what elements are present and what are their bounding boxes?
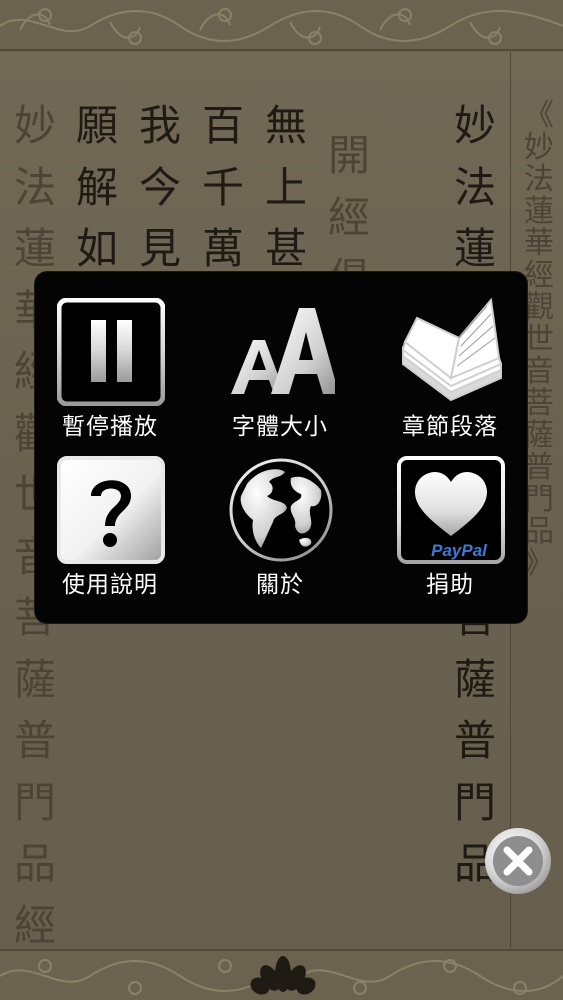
column-character: 見 [138, 224, 181, 273]
column-character: 萬 [201, 224, 244, 273]
column-character: 開 [327, 131, 370, 180]
title-character: 世 [524, 322, 554, 357]
title-character: 門 [524, 482, 554, 517]
column-character: 經 [327, 192, 370, 242]
column-character: 妙 [13, 101, 56, 150]
title-character: 普 [524, 450, 554, 485]
column-character: 千 [201, 162, 244, 212]
column-character: 上 [264, 162, 307, 212]
ornament-border-bottom [0, 948, 563, 1000]
title-character: 》 [524, 546, 554, 581]
title-character: 音 [524, 354, 554, 389]
donate-button[interactable]: PayPal 捐助 [375, 430, 525, 598]
title-character: 妙 [524, 130, 554, 165]
column-character: 門 [13, 777, 56, 827]
menu-popup: 暫停播放 字體大小 章節段落 使用說明 關於 PayPal 捐助 [35, 272, 527, 623]
title-character: 華 [524, 226, 554, 261]
column-character: 薩 [13, 654, 56, 704]
column-character: 如 [75, 224, 118, 273]
globe-icon [229, 458, 333, 562]
chapters-button[interactable]: 章節段落 [375, 272, 525, 440]
column-character: 百 [201, 101, 244, 150]
question-icon [57, 456, 165, 564]
column-character: 妙 [453, 101, 496, 150]
column-character: 願 [75, 101, 118, 150]
ornament-border-top [0, 0, 563, 52]
column-character: 普 [453, 716, 496, 765]
title-character: 蓮 [524, 194, 554, 229]
pause-icon [57, 298, 165, 406]
heart-icon: PayPal [397, 456, 505, 564]
column-character: 經 [13, 900, 56, 950]
about-label: 關於 [256, 572, 304, 598]
title-character: 《 [524, 98, 554, 133]
column-character: 無 [264, 101, 307, 150]
donate-label: 捐助 [426, 572, 474, 598]
title-character: 品 [524, 514, 554, 549]
help-label: 使用說明 [62, 572, 158, 598]
column-character: 品 [13, 839, 56, 888]
title-character: 經 [524, 258, 554, 293]
about-button[interactable]: 關於 [205, 430, 355, 598]
column-character: 蓮 [453, 224, 496, 273]
column-character: 蓮 [13, 224, 56, 273]
title-character: 菩 [524, 386, 554, 421]
column-character: 法 [453, 162, 496, 212]
column-character: 普 [13, 716, 56, 765]
title-character: 觀 [524, 290, 554, 325]
close-button[interactable] [483, 826, 553, 896]
column-character: 我 [138, 101, 181, 150]
column-character: 甚 [264, 224, 307, 273]
column-character: 今 [138, 162, 181, 212]
book-icon [401, 298, 503, 402]
title-character: 法 [524, 162, 554, 197]
font-size-icon [231, 308, 335, 394]
pause-button[interactable]: 暫停播放 [35, 272, 185, 440]
font-size-button[interactable]: 字體大小 [205, 272, 355, 440]
paypal-badge: PayPal [431, 541, 488, 560]
column-character: 薩 [453, 654, 496, 704]
column-character: 解 [75, 162, 118, 212]
column-character: 法 [13, 162, 56, 212]
title-character: 薩 [524, 418, 554, 453]
column-character: 門 [453, 777, 496, 827]
help-button[interactable]: 使用說明 [35, 430, 185, 598]
